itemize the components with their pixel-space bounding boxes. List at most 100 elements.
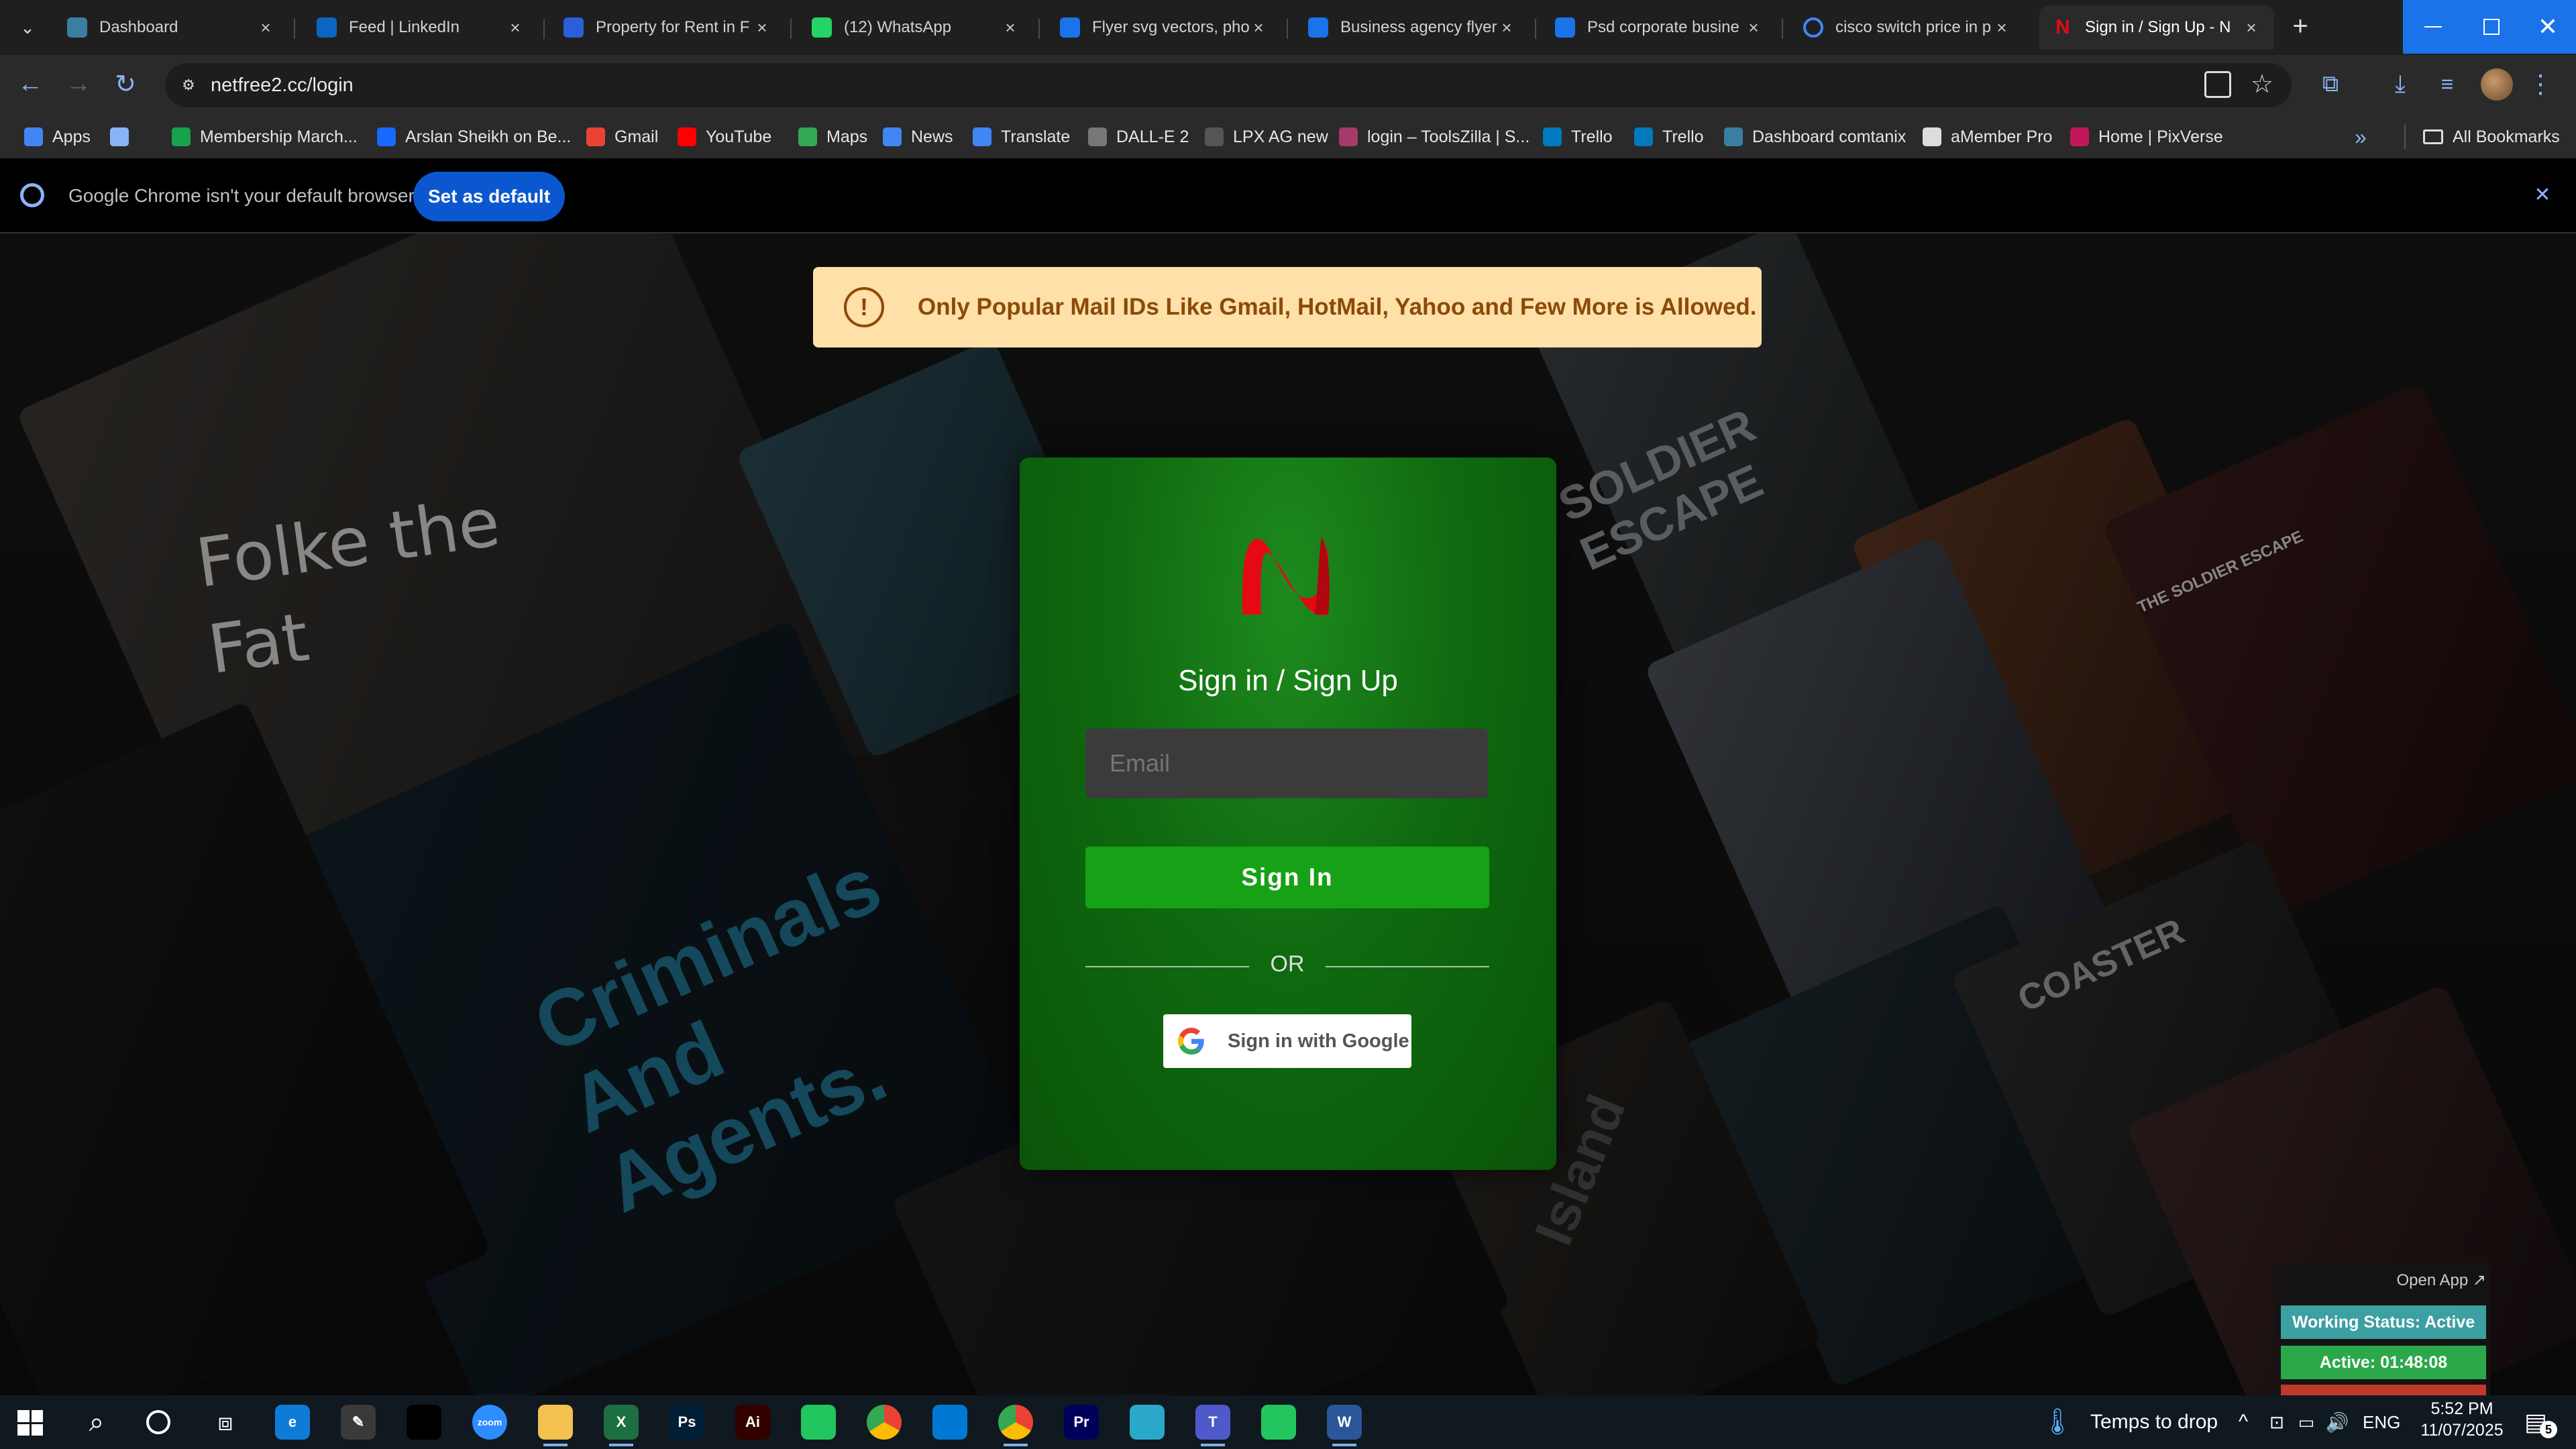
app-icon[interactable]: [1130, 1405, 1165, 1440]
illustrator-icon[interactable]: Ai: [735, 1405, 770, 1440]
minimize-button[interactable]: [2403, 0, 2463, 54]
tab-close-icon[interactable]: ×: [506, 17, 525, 38]
task-view-icon[interactable]: ⧈: [208, 1405, 243, 1440]
teams-icon[interactable]: T: [1195, 1405, 1230, 1440]
file-explorer-icon[interactable]: [538, 1405, 573, 1440]
bookmark-10[interactable]: DALL-E 2: [1088, 115, 1189, 158]
back-button[interactable]: ←: [13, 67, 47, 101]
bookmark-13[interactable]: Trello: [1543, 115, 1613, 158]
premiere-icon[interactable]: Pr: [1064, 1405, 1099, 1440]
bookmark-14[interactable]: Trello: [1634, 115, 1704, 158]
bookmark-7[interactable]: Maps: [798, 115, 867, 158]
weather-text[interactable]: Temps to drop: [2090, 1407, 2218, 1437]
green-app-icon-2[interactable]: [1261, 1405, 1296, 1440]
arrow-right-icon: →: [66, 69, 91, 98]
reload-button[interactable]: ↻: [109, 67, 142, 101]
open-app-link[interactable]: Open App ↗: [2375, 1271, 2486, 1290]
network-icon[interactable]: ▭: [2294, 1405, 2318, 1440]
tab-9[interactable]: N Sign in / Sign Up - N ×: [2039, 5, 2274, 50]
youtube-icon: [678, 127, 696, 146]
tab-close-icon[interactable]: ×: [1249, 17, 1268, 38]
tab-close-icon[interactable]: ×: [1497, 17, 1516, 38]
green-app-icon[interactable]: [801, 1405, 836, 1440]
vscode-icon[interactable]: [932, 1405, 967, 1440]
bookmark-16[interactable]: aMember Pro: [1923, 115, 2052, 158]
tab-separator: [1287, 19, 1288, 39]
photoshop-icon[interactable]: Ps: [669, 1405, 704, 1440]
restore-button[interactable]: [2463, 0, 2520, 54]
tab-close-icon[interactable]: ×: [753, 17, 771, 38]
site-info-icon[interactable]: ⚙: [176, 72, 201, 98]
tab-1[interactable]: Dashboard ×: [54, 5, 288, 50]
tab-2[interactable]: Feed | LinkedIn ×: [303, 5, 538, 50]
all-bookmarks-button[interactable]: All Bookmarks: [2423, 115, 2560, 158]
tab-close-icon[interactable]: ×: [256, 17, 275, 38]
tray-meet-icon[interactable]: ⊡: [2266, 1405, 2288, 1440]
extensions-icon[interactable]: ⧉: [2316, 67, 2345, 101]
tab-5[interactable]: Flyer svg vectors, pho ×: [1046, 5, 1281, 50]
taskbar-search-icon[interactable]: ⌕: [79, 1405, 114, 1440]
email-input[interactable]: [1085, 729, 1488, 798]
bookmark-5[interactable]: Gmail: [586, 115, 658, 158]
chrome-active-icon[interactable]: [998, 1405, 1033, 1440]
infobar-close-button[interactable]: ✕: [2529, 181, 2556, 208]
bookmark-12[interactable]: login – ToolsZilla | S...: [1339, 115, 1529, 158]
downloads-icon[interactable]: ⤓: [2385, 67, 2415, 101]
new-tab-button[interactable]: +: [2284, 9, 2317, 43]
divider-left: [1085, 966, 1249, 967]
bookmark-8[interactable]: News: [883, 115, 953, 158]
close-window-button[interactable]: ✕: [2520, 0, 2576, 54]
start-button[interactable]: [17, 1410, 43, 1436]
excel-icon[interactable]: X: [604, 1405, 639, 1440]
tab-6[interactable]: Business agency flyer ×: [1295, 5, 1529, 50]
working-status-badge: Working Status: Active: [2281, 1305, 2486, 1339]
menu-icon[interactable]: ⋮: [2528, 67, 2553, 101]
tab-3[interactable]: Property for Rent in F ×: [550, 5, 785, 50]
edge-icon[interactable]: e: [275, 1405, 310, 1440]
more-bookmarks-button[interactable]: »: [2355, 118, 2367, 156]
forward-button[interactable]: →: [62, 67, 95, 101]
chrome-icon[interactable]: [867, 1405, 902, 1440]
bookmark-4[interactable]: Arslan Sheikh on Be...: [377, 115, 571, 158]
clock-time[interactable]: 5:52 PM: [2415, 1399, 2509, 1419]
tab-title: Dashboard: [99, 18, 178, 36]
terminal-icon[interactable]: [407, 1405, 441, 1440]
bookmark-9[interactable]: Translate: [973, 115, 1070, 158]
weather-icon[interactable]: 🌡: [2041, 1405, 2074, 1440]
cortana-icon[interactable]: [146, 1410, 170, 1434]
url-text[interactable]: netfree2.cc/login: [211, 71, 354, 99]
volume-icon[interactable]: 🔊: [2325, 1405, 2349, 1440]
bookmark-11[interactable]: LPX AG new: [1205, 115, 1328, 158]
tab-7[interactable]: Psd corporate busine ×: [1542, 5, 1776, 50]
language-indicator[interactable]: ENG: [2363, 1409, 2400, 1436]
bookmark-17[interactable]: Home | PixVerse: [2070, 115, 2223, 158]
bookmark-6[interactable]: YouTube: [678, 115, 771, 158]
tab-close-icon[interactable]: ×: [1001, 17, 1020, 38]
bookmark-2[interactable]: [110, 115, 138, 158]
tab-close-icon[interactable]: ×: [1992, 17, 2011, 38]
word-icon[interactable]: W: [1327, 1405, 1362, 1440]
bookmark-15[interactable]: Dashboard comtanix: [1724, 115, 1906, 158]
avatar[interactable]: [2481, 68, 2513, 101]
dash-icon: [1205, 127, 1224, 146]
address-bar[interactable]: [165, 63, 2292, 107]
bookmark-label: Maps: [826, 127, 868, 146]
pen-icon[interactable]: ✎: [341, 1405, 376, 1440]
bookmark-3[interactable]: Membership March...: [172, 115, 358, 158]
google-sign-in-button[interactable]: Sign in with Google: [1163, 1014, 1411, 1068]
tab-8[interactable]: cisco switch price in p ×: [1790, 5, 2025, 50]
star-bookmark-icon[interactable]: ☆: [2247, 67, 2277, 101]
tab-4[interactable]: (12) WhatsApp ×: [798, 5, 1033, 50]
zoom-icon[interactable]: zoom: [472, 1405, 507, 1440]
bookmark-1[interactable]: Apps: [24, 115, 91, 158]
tray-chevron-icon[interactable]: ^: [2233, 1405, 2254, 1440]
set-default-button[interactable]: Set as default: [413, 172, 565, 221]
tab-close-icon[interactable]: ×: [1744, 17, 1763, 38]
google-icon: [1803, 17, 1823, 38]
tab-search-button[interactable]: ⌄: [13, 13, 42, 42]
tab-close-icon[interactable]: ×: [2242, 17, 2261, 38]
sign-in-button[interactable]: Sign In: [1085, 847, 1489, 908]
install-app-icon[interactable]: [2204, 71, 2231, 98]
media-control-icon[interactable]: ≡: [2432, 67, 2462, 101]
clock-date[interactable]: 11/07/2025: [2415, 1421, 2509, 1440]
